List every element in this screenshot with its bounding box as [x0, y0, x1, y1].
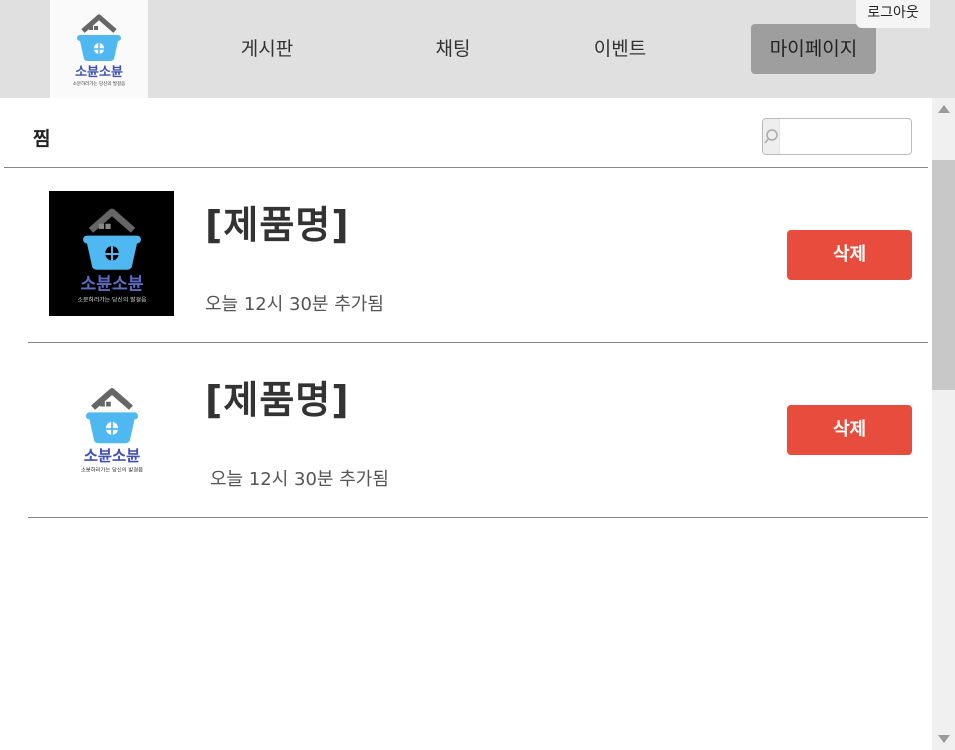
search-input[interactable]: [780, 119, 911, 154]
wishlist-item: 소뷴소뷴 소분하러가는 당신의 발걸음 [제품명] 오늘 12시 30분 추가됨…: [28, 168, 928, 343]
svg-text:소분하러가는 당신의 발걸음: 소분하러가는 당신의 발걸음: [73, 80, 126, 87]
added-time: 오늘 12시 30분 추가됨: [210, 469, 389, 490]
scroll-up-arrow-icon[interactable]: [932, 98, 955, 120]
basket-house-icon: 소뷴소뷴 소분하러가는 당신의 발걸음: [77, 208, 147, 303]
basket-house-icon: 소뷴소뷴 소분하러가는 당신의 발걸음: [73, 14, 126, 87]
svg-text:소분하러가는 당신의 발걸음: 소분하러가는 당신의 발걸음: [80, 465, 142, 473]
site-logo[interactable]: 소뷴소뷴 소분하러가는 당신의 발걸음: [50, 0, 148, 98]
logout-button[interactable]: 로그아웃: [856, 0, 930, 28]
delete-button[interactable]: 삭제: [787, 405, 912, 455]
svg-text:소뷴소뷴: 소뷴소뷴: [75, 65, 123, 80]
page-title: 찜: [33, 128, 51, 150]
nav-board[interactable]: 게시판: [212, 24, 322, 74]
item-divider: [28, 517, 928, 518]
wishlist-item: 소뷴소뷴 소분하러가는 당신의 발걸음 [제품명] 오늘 12시 30분 추가됨…: [28, 343, 928, 518]
svg-text:소뷴소뷴: 소뷴소뷴: [80, 274, 143, 294]
nav-chat[interactable]: 채팅: [398, 24, 508, 74]
scroll-thumb[interactable]: [932, 160, 955, 390]
vertical-scrollbar[interactable]: [932, 98, 955, 750]
product-name[interactable]: [제품명]: [205, 194, 350, 249]
search-icon[interactable]: [763, 119, 780, 154]
product-thumbnail[interactable]: 소뷴소뷴 소분하러가는 당신의 발걸음: [49, 366, 174, 491]
svg-text:소분하러가는 당신의 발걸음: 소분하러가는 당신의 발걸음: [77, 295, 147, 303]
product-thumbnail[interactable]: 소뷴소뷴 소분하러가는 당신의 발걸음: [49, 191, 174, 316]
svg-text:소뷴소뷴: 소뷴소뷴: [83, 446, 140, 464]
basket-house-icon: 소뷴소뷴 소분하러가는 당신의 발걸음: [80, 387, 143, 473]
scroll-down-arrow-icon[interactable]: [932, 728, 955, 750]
search-box: [762, 118, 912, 155]
added-time: 오늘 12시 30분 추가됨: [205, 294, 384, 315]
nav-event[interactable]: 이벤트: [565, 24, 675, 74]
product-name[interactable]: [제품명]: [205, 369, 350, 424]
nav-mypage[interactable]: 마이페이지: [751, 24, 876, 74]
top-header: 소뷴소뷴 소분하러가는 당신의 발걸음 게시판 채팅 이벤트 마이페이지 로그아…: [0, 0, 955, 98]
delete-button[interactable]: 삭제: [787, 230, 912, 280]
